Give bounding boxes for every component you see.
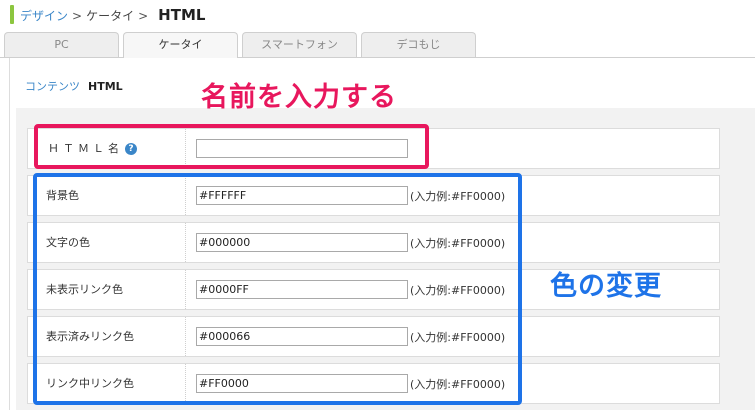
breadcrumb-design-link[interactable]: デザイン [20, 9, 68, 23]
breadcrumb-mobile: ケータイ [86, 9, 135, 23]
page-title: HTML [158, 6, 206, 24]
color-highlight-box [33, 173, 522, 405]
name-annotation: 名前を入力する [201, 82, 397, 113]
tab-pc[interactable]: PC [4, 32, 119, 57]
tab-mobile[interactable]: ケータイ [123, 32, 238, 58]
tab-smartphone[interactable]: スマートフォン [242, 32, 357, 57]
breadcrumb-separator: > [138, 9, 149, 23]
tab-decomoji[interactable]: デコもじ [361, 32, 476, 57]
breadcrumb: デザイン > ケータイ > HTML [20, 6, 205, 25]
breadcrumb-marker [10, 5, 14, 24]
contents-link[interactable]: コンテンツ [25, 80, 80, 93]
subnav-current: HTML [88, 80, 123, 93]
breadcrumb-separator: > [72, 9, 83, 23]
name-highlight-box [34, 124, 429, 169]
tab-bar: PC ケータイ スマートフォン デコもじ [0, 32, 755, 58]
color-annotation: 色の変更 [550, 271, 662, 302]
sub-navigation: コンテンツ HTML [25, 79, 123, 95]
